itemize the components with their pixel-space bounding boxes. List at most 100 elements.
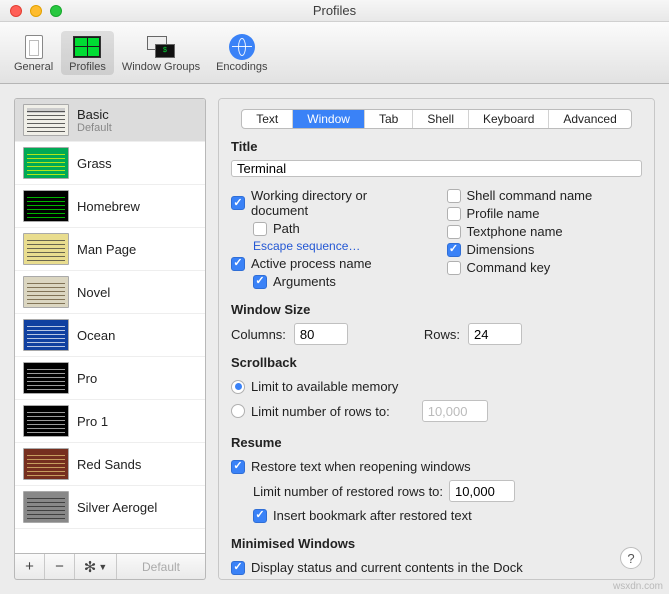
profile-row-ocean[interactable]: Ocean [15, 314, 205, 357]
checkbox-label: Command key [467, 260, 551, 275]
remove-profile-button[interactable]: − [45, 554, 75, 579]
tab-tab[interactable]: Tab [365, 110, 413, 128]
profile-actions-menu[interactable]: ✻▼ [75, 554, 117, 579]
profile-thumb [23, 405, 69, 437]
checkbox-command-key[interactable] [447, 261, 461, 275]
profile-thumb [23, 147, 69, 179]
checkbox-profile-name[interactable] [447, 207, 461, 221]
profile-row-man-page[interactable]: Man Page [15, 228, 205, 271]
profile-name: Grass [77, 156, 112, 171]
checkbox-label: Active process name [251, 256, 372, 271]
checkbox-path[interactable] [253, 222, 267, 236]
resume-limit-input[interactable] [449, 480, 515, 502]
scrollback-memory-radio[interactable] [231, 380, 245, 394]
checkbox-arguments[interactable] [253, 275, 267, 289]
toolbar-encodings[interactable]: Encodings [208, 31, 275, 75]
profile-thumb [23, 190, 69, 222]
profile-thumb [23, 491, 69, 523]
checkbox-working-directory-or-document[interactable] [231, 196, 245, 210]
resume-heading: Resume [231, 435, 642, 450]
titlebar: Profiles [0, 0, 669, 22]
escape-sequence-link[interactable]: Escape sequence… [253, 239, 360, 253]
profile-name: Pro 1 [77, 414, 108, 429]
checkbox-active-process-name[interactable] [231, 257, 245, 271]
checkbox-textphone-name[interactable] [447, 225, 461, 239]
detail-tabs: TextWindowTabShellKeyboardAdvanced [241, 109, 632, 129]
columns-label: Columns: [231, 327, 286, 342]
profile-thumb [23, 104, 69, 136]
window-title: Profiles [0, 3, 669, 18]
gear-icon: ✻ [84, 558, 97, 576]
minwin-display-label: Display status and current contents in t… [251, 560, 523, 575]
profile-name: Novel [77, 285, 110, 300]
profile-row-red-sands[interactable]: Red Sands [15, 443, 205, 486]
globe-icon [229, 34, 255, 60]
resume-restore-checkbox[interactable] [231, 460, 245, 474]
profile-name: Red Sands [77, 457, 141, 472]
resume-restore-label: Restore text when reopening windows [251, 459, 471, 474]
checkbox-dimensions[interactable] [447, 243, 461, 257]
chevron-down-icon: ▼ [98, 562, 107, 572]
profiles-list[interactable]: BasicDefault Grass Homebrew Man Page Novel Oc… [14, 98, 206, 554]
checkbox-label: Profile name [467, 206, 540, 221]
toolbar-window-groups[interactable]: $ Window Groups [114, 31, 208, 75]
window-groups-icon: $ [147, 36, 175, 58]
checkbox-label: Path [273, 221, 300, 236]
profiles-footer: + − ✻▼ Default [14, 554, 206, 580]
profile-name: Man Page [77, 242, 136, 257]
checkbox-shell-command-name[interactable] [447, 189, 461, 203]
toolbar: General Profiles $ Window Groups Encodin… [0, 22, 669, 84]
profile-thumb [23, 362, 69, 394]
profile-thumb [23, 276, 69, 308]
set-default-button[interactable]: Default [117, 554, 205, 579]
profile-row-homebrew[interactable]: Homebrew [15, 185, 205, 228]
tab-text[interactable]: Text [242, 110, 293, 128]
profile-subtitle: Default [77, 122, 112, 134]
window-size-heading: Window Size [231, 302, 642, 317]
scrollback-rows-radio[interactable] [231, 404, 245, 418]
columns-input[interactable] [294, 323, 348, 345]
resume-bookmark-checkbox[interactable] [253, 509, 267, 523]
title-input[interactable] [231, 160, 642, 177]
profile-name: Ocean [77, 328, 115, 343]
profile-row-novel[interactable]: Novel [15, 271, 205, 314]
resume-limit-label: Limit number of restored rows to: [253, 484, 443, 499]
checkbox-label: Textphone name [467, 224, 563, 239]
general-icon [25, 35, 43, 59]
profile-row-silver-aerogel[interactable]: Silver Aerogel [15, 486, 205, 529]
add-profile-button[interactable]: + [15, 554, 45, 579]
profile-row-pro[interactable]: Pro [15, 357, 205, 400]
profile-row-pro-1[interactable]: Pro 1 [15, 400, 205, 443]
tab-keyboard[interactable]: Keyboard [469, 110, 549, 128]
minwin-display-checkbox[interactable] [231, 561, 245, 575]
rows-input[interactable] [468, 323, 522, 345]
tab-advanced[interactable]: Advanced [549, 110, 630, 128]
profile-row-basic[interactable]: BasicDefault [15, 99, 205, 142]
scrollback-memory-label: Limit to available memory [251, 379, 398, 394]
checkbox-label: Working directory or document [251, 188, 427, 218]
toolbar-general[interactable]: General [6, 31, 61, 75]
resume-bookmark-label: Insert bookmark after restored text [273, 508, 472, 523]
tab-shell[interactable]: Shell [413, 110, 469, 128]
tab-window[interactable]: Window [293, 110, 365, 128]
profile-row-grass[interactable]: Grass [15, 142, 205, 185]
profile-name: Silver Aerogel [77, 500, 157, 515]
profile-name: Basic [77, 107, 112, 122]
profile-thumb [23, 233, 69, 265]
checkbox-label: Arguments [273, 274, 336, 289]
profile-detail: TextWindowTabShellKeyboardAdvanced Title… [218, 98, 655, 580]
minwin-heading: Minimised Windows [231, 536, 642, 551]
profiles-icon [73, 36, 101, 58]
title-heading: Title [231, 139, 642, 154]
profile-thumb [23, 319, 69, 351]
checkbox-label: Dimensions [467, 242, 535, 257]
scrollback-heading: Scrollback [231, 355, 642, 370]
profile-name: Pro [77, 371, 97, 386]
rows-label: Rows: [424, 327, 460, 342]
scrollback-rows-input [422, 400, 488, 422]
help-button[interactable]: ? [620, 547, 642, 569]
toolbar-profiles[interactable]: Profiles [61, 31, 114, 75]
profile-name: Homebrew [77, 199, 140, 214]
profiles-sidebar: BasicDefaultGrassHomebrewMan PageNovelOc… [14, 98, 206, 580]
profile-thumb [23, 448, 69, 480]
